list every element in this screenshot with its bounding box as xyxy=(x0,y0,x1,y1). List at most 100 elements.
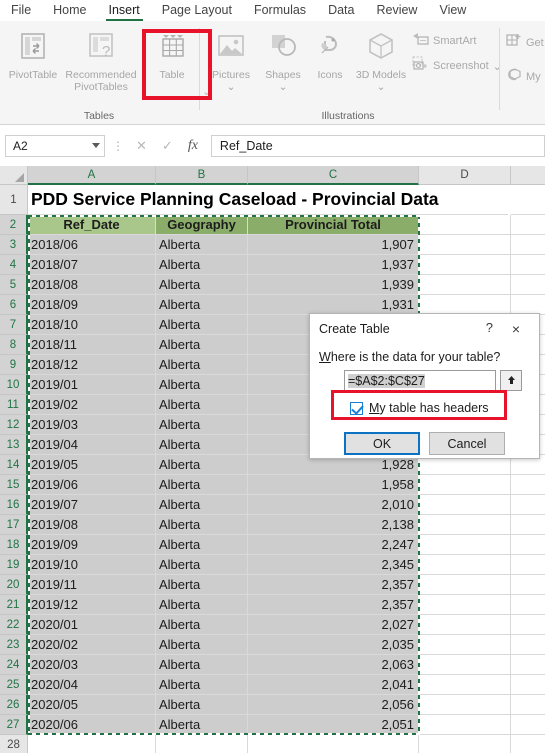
row-header-20[interactable]: 20 xyxy=(0,575,28,595)
cell-A18[interactable]: 2019/09 xyxy=(28,535,156,555)
formula-input[interactable]: Ref_Date xyxy=(210,134,545,157)
row-header-22[interactable]: 22 xyxy=(0,615,28,635)
tab-review[interactable]: Review xyxy=(365,0,428,21)
cell-B16[interactable]: Alberta xyxy=(156,495,248,515)
cell-B7[interactable]: Alberta xyxy=(156,315,248,335)
row-header-7[interactable]: 7 xyxy=(0,315,28,335)
tab-data[interactable]: Data xyxy=(317,0,365,21)
cell-header-B2[interactable]: Geography xyxy=(156,215,248,235)
cell-D26[interactable] xyxy=(419,695,511,715)
cell-E20[interactable] xyxy=(511,575,545,595)
row-header-2[interactable]: 2 xyxy=(0,215,28,235)
cell-B21[interactable]: Alberta xyxy=(156,595,248,615)
cell-B4[interactable]: Alberta xyxy=(156,255,248,275)
cell-A16[interactable]: 2019/07 xyxy=(28,495,156,515)
cell-A22[interactable]: 2020/01 xyxy=(28,615,156,635)
recommended-pivot-tables-button[interactable]: ? Recommended PivotTables xyxy=(62,25,140,93)
cell-C17[interactable]: 2,138 xyxy=(248,515,419,535)
cancel-button[interactable]: Cancel xyxy=(429,432,505,455)
cell-E23[interactable] xyxy=(511,635,545,655)
cell-D23[interactable] xyxy=(419,635,511,655)
cell-A20[interactable]: 2019/11 xyxy=(28,575,156,595)
cell-B28[interactable] xyxy=(156,735,248,753)
row-header-10[interactable]: 10 xyxy=(0,375,28,395)
cell-B25[interactable]: Alberta xyxy=(156,675,248,695)
cell-A4[interactable]: 2018/07 xyxy=(28,255,156,275)
cell-C25[interactable]: 2,041 xyxy=(248,675,419,695)
cell-B9[interactable]: Alberta xyxy=(156,355,248,375)
cell-B3[interactable]: Alberta xyxy=(156,235,248,255)
table-button[interactable]: Table xyxy=(146,25,198,81)
cell-C3[interactable]: 1,907 xyxy=(248,235,419,255)
cell-E16[interactable] xyxy=(511,495,545,515)
name-box[interactable]: A2 xyxy=(5,134,105,157)
cell-A6[interactable]: 2018/09 xyxy=(28,295,156,315)
cell-E19[interactable] xyxy=(511,555,545,575)
cell-C4[interactable]: 1,937 xyxy=(248,255,419,275)
cell-E17[interactable] xyxy=(511,515,545,535)
cell-A19[interactable]: 2019/10 xyxy=(28,555,156,575)
row-header-19[interactable]: 19 xyxy=(0,555,28,575)
column-header-c[interactable]: C xyxy=(248,166,419,185)
headers-checkbox-row[interactable]: My table has headers xyxy=(350,401,539,415)
cell-A5[interactable]: 2018/08 xyxy=(28,275,156,295)
cell-B22[interactable]: Alberta xyxy=(156,615,248,635)
cell-E24[interactable] xyxy=(511,655,545,675)
column-header-e[interactable] xyxy=(511,166,545,185)
tab-home[interactable]: Home xyxy=(42,0,97,21)
select-all-corner[interactable] xyxy=(0,166,28,185)
3d-models-chevron-icon[interactable]: ⌄ xyxy=(352,82,410,93)
cell-C28[interactable] xyxy=(248,735,419,753)
cell-D27[interactable] xyxy=(419,715,511,735)
range-input[interactable]: =$A$2:$C$27 xyxy=(344,370,496,391)
row-header-18[interactable]: 18 xyxy=(0,535,28,555)
row-header-24[interactable]: 24 xyxy=(0,655,28,675)
row-header-14[interactable]: 14 xyxy=(0,455,28,475)
cell-C18[interactable]: 2,247 xyxy=(248,535,419,555)
cell-A23[interactable]: 2020/02 xyxy=(28,635,156,655)
cell-A9[interactable]: 2018/12 xyxy=(28,355,156,375)
cell-D2[interactable] xyxy=(419,215,511,235)
column-header-a[interactable]: A xyxy=(28,166,156,185)
close-icon[interactable]: × xyxy=(497,314,535,343)
cell-A21[interactable]: 2019/12 xyxy=(28,595,156,615)
get-addins-button[interactable]: Get xyxy=(506,33,544,53)
cell-A24[interactable]: 2020/03 xyxy=(28,655,156,675)
smartart-button[interactable]: SmartArt xyxy=(412,31,476,51)
tab-insert[interactable]: Insert xyxy=(98,0,151,21)
pictures-chevron-icon[interactable]: ⌄ xyxy=(204,82,258,93)
row-header-9[interactable]: 9 xyxy=(0,355,28,375)
cell-B14[interactable]: Alberta xyxy=(156,455,248,475)
row-header-28[interactable]: 28 xyxy=(0,735,28,753)
cell-B15[interactable]: Alberta xyxy=(156,475,248,495)
insert-function-icon[interactable]: fx xyxy=(188,138,198,154)
cell-E5[interactable] xyxy=(511,275,545,295)
column-header-b[interactable]: B xyxy=(156,166,248,185)
icons-button[interactable]: Icons xyxy=(308,25,352,81)
row-header-13[interactable]: 13 xyxy=(0,435,28,455)
cell-A1-title[interactable]: PDD Service Planning Caseload - Provinci… xyxy=(28,185,508,215)
row-header-8[interactable]: 8 xyxy=(0,335,28,355)
cell-B13[interactable]: Alberta xyxy=(156,435,248,455)
check-icon[interactable]: ✓ xyxy=(162,138,173,154)
cell-E26[interactable] xyxy=(511,695,545,715)
3d-models-button[interactable]: 3D Models ⌄ xyxy=(352,25,410,92)
cell-A13[interactable]: 2019/04 xyxy=(28,435,156,455)
cell-header-C2[interactable]: Provincial Total xyxy=(248,215,419,235)
cell-D28[interactable] xyxy=(419,735,511,753)
cell-D22[interactable] xyxy=(419,615,511,635)
row-header-1[interactable]: 1 xyxy=(0,185,28,215)
my-addins-button[interactable]: My xyxy=(506,67,541,87)
cell-B5[interactable]: Alberta xyxy=(156,275,248,295)
row-header-3[interactable]: 3 xyxy=(0,235,28,255)
tab-view[interactable]: View xyxy=(428,0,477,21)
cell-D16[interactable] xyxy=(419,495,511,515)
cell-E4[interactable] xyxy=(511,255,545,275)
cell-C24[interactable]: 2,063 xyxy=(248,655,419,675)
cell-B8[interactable]: Alberta xyxy=(156,335,248,355)
cell-C21[interactable]: 2,357 xyxy=(248,595,419,615)
cell-D17[interactable] xyxy=(419,515,511,535)
pictures-button[interactable]: Pictures ⌄ xyxy=(204,25,258,92)
cell-B18[interactable]: Alberta xyxy=(156,535,248,555)
cell-C5[interactable]: 1,939 xyxy=(248,275,419,295)
